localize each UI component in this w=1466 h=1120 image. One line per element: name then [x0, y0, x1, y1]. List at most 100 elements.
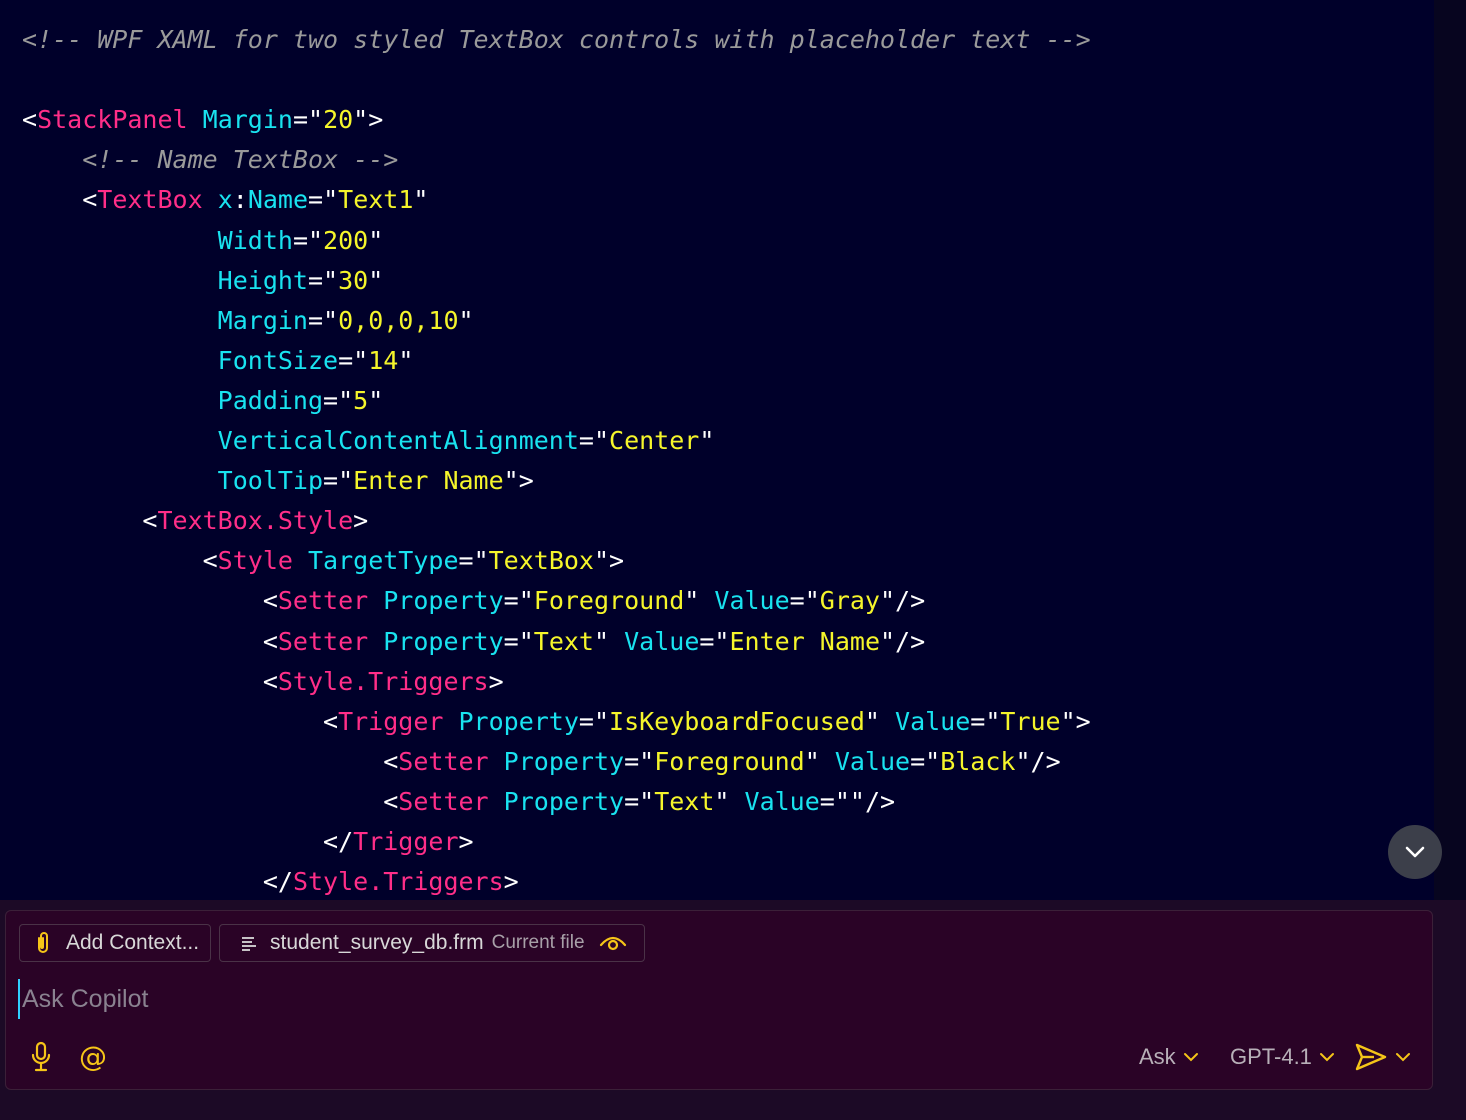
code-token-attr: Value	[714, 586, 790, 616]
scroll-to-bottom-button[interactable]	[1388, 825, 1442, 879]
code-token-punc: ="	[624, 746, 655, 776]
code-token-punc: ="	[503, 626, 534, 656]
code-token-punc	[203, 185, 218, 214]
file-name: student_survey_db.frm	[270, 931, 484, 954]
model-label: GPT-4.1	[1230, 1044, 1312, 1069]
code-line: <TextBox.Style>	[22, 501, 368, 541]
code-token-str: Enter Name	[353, 466, 504, 496]
code-token-punc	[22, 466, 218, 495]
code-token-punc: ="	[323, 385, 354, 415]
code-token-punc: ="	[292, 225, 324, 255]
code-token-punc: <	[22, 786, 399, 816]
code-line: </Trigger>	[22, 822, 474, 862]
code-token-str: Enter Name	[729, 626, 880, 656]
code-token-punc: ="	[323, 466, 354, 496]
code-token-punc: <	[22, 746, 399, 776]
code-token-punc	[368, 586, 383, 615]
code-token-punc: "	[699, 426, 715, 455]
code-token-comment: <!-- WPF XAML for two styled TextBox con…	[22, 25, 1091, 54]
mention-button[interactable]: @	[78, 1041, 108, 1073]
code-token-punc	[22, 426, 218, 455]
code-token-punc: <	[22, 586, 278, 616]
code-token-attr: VerticalContentAlignment	[217, 426, 579, 455]
code-token-punc: </	[22, 867, 293, 897]
at-sign-icon: @	[79, 1040, 107, 1073]
microphone-icon[interactable]	[28, 1041, 54, 1073]
code-line: <Setter Property="Text" Value=""/>	[22, 782, 895, 822]
code-token-punc: <	[22, 105, 38, 135]
code-token-tag: TextBox.Style	[157, 506, 354, 536]
code-token-str: Center	[609, 426, 700, 455]
mode-dropdown[interactable]: Ask	[1139, 1042, 1200, 1072]
code-token-punc	[22, 346, 218, 375]
code-token-punc: "	[864, 706, 896, 736]
code-token-str: 0,0,0,10	[338, 305, 459, 335]
code-token-punc: <	[22, 546, 218, 576]
code-token-punc: "	[368, 225, 384, 255]
chevron-down-icon[interactable]	[1394, 1050, 1412, 1064]
code-token-punc: <	[22, 706, 339, 736]
chat-input-panel: Add Context... student_survey_db.frm Cur…	[5, 910, 1433, 1090]
send-icon	[1355, 1043, 1387, 1071]
code-token-str: Foreground	[654, 746, 805, 776]
code-token-attr: Value	[624, 626, 700, 656]
code-line: FontSize="14"	[22, 341, 414, 381]
code-line: Height="30"	[22, 261, 384, 301]
code-line: Margin="0,0,0,10"	[22, 301, 474, 341]
code-line: <!-- Name TextBox -->	[22, 140, 398, 180]
code-token-attr: Name	[247, 185, 309, 215]
code-token-attr: Property	[383, 586, 504, 616]
code-token-punc: ="	[789, 586, 820, 616]
code-token-punc: "	[714, 786, 745, 816]
code-token-punc: <	[22, 666, 278, 696]
code-token-punc: >	[353, 506, 369, 536]
code-token-attr: Width	[217, 225, 293, 255]
code-token-str: True	[1000, 706, 1061, 736]
code-token-punc: >	[458, 827, 474, 856]
code-token-punc	[22, 226, 218, 255]
code-token-punc: >	[503, 867, 519, 897]
add-context-button[interactable]: Add Context...	[19, 924, 211, 962]
code-token-punc: "	[368, 265, 384, 295]
code-token-str: Text	[654, 786, 715, 816]
code-token-str: IsKeyboardFocused	[609, 706, 865, 736]
code-token-punc: ">	[503, 466, 534, 496]
code-line: Width="200"	[22, 221, 384, 261]
code-token-attr: x	[217, 185, 233, 215]
code-token-tag: Setter	[398, 786, 489, 816]
code-token-punc: <	[22, 626, 278, 656]
send-button[interactable]	[1354, 1042, 1412, 1072]
code-token-punc: </	[22, 827, 354, 856]
code-token-attr: Value	[744, 786, 820, 816]
scrollbar-track[interactable]	[1434, 0, 1466, 900]
code-token-str: Gray	[819, 586, 880, 616]
code-token-punc: "	[684, 586, 715, 616]
code-token-attr: Property	[503, 746, 625, 776]
code-token-punc: ="	[578, 426, 610, 455]
code-line: <Trigger Property="IsKeyboardFocused" Va…	[22, 702, 1091, 742]
ask-copilot-input[interactable]	[18, 979, 1222, 1019]
code-token-attr: Margin	[217, 305, 308, 335]
code-token-attr: Value	[834, 746, 911, 776]
code-token-tag: Style	[217, 546, 293, 576]
model-dropdown[interactable]: GPT-4.1	[1230, 1042, 1336, 1072]
code-token-punc: ">	[353, 105, 384, 135]
code-line: <Setter Property="Foreground" Value="Gra…	[22, 581, 925, 621]
code-token-tag: Style.Triggers	[292, 867, 504, 897]
code-token-attr: ToolTip	[217, 466, 324, 496]
code-line: </Style.Triggers>	[22, 862, 519, 900]
eye-icon[interactable]	[599, 933, 627, 953]
code-token-punc: "/>	[880, 626, 926, 656]
code-token-punc: "	[594, 626, 625, 656]
code-token-punc: "	[398, 345, 414, 375]
current-file-chip[interactable]: student_survey_db.frm Current file	[219, 924, 645, 962]
code-token-attr: Property	[383, 626, 504, 656]
code-token-attr: Height	[217, 265, 308, 295]
code-token-str: Black	[940, 746, 1016, 776]
code-token-attr: Value	[895, 706, 971, 736]
code-token-punc: "	[804, 746, 835, 776]
code-token-punc: ">	[593, 546, 625, 576]
code-token-str: Text	[533, 626, 594, 656]
chevron-down-icon	[1183, 1053, 1198, 1062]
code-token-punc	[489, 747, 504, 776]
